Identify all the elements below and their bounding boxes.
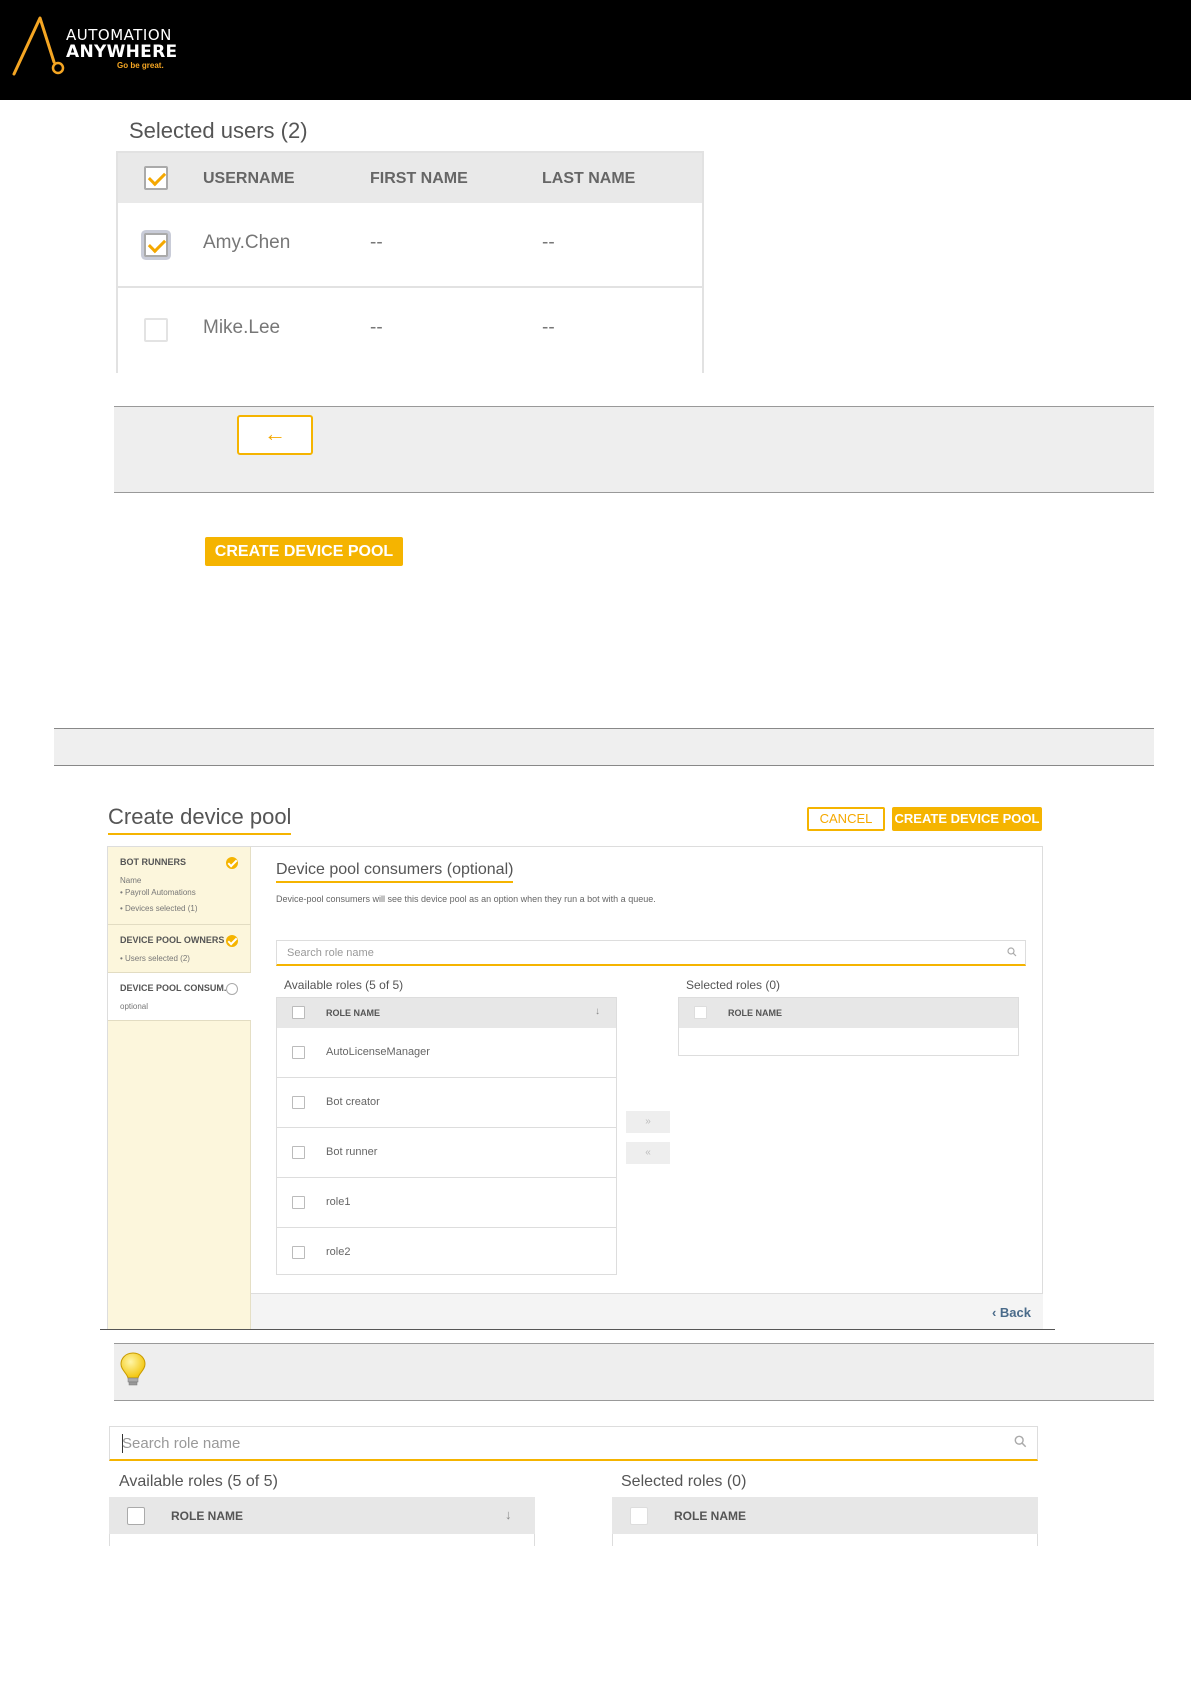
section-title: Device pool consumers (optional) bbox=[276, 861, 514, 883]
row-checkbox[interactable] bbox=[292, 1146, 305, 1159]
selected-users-heading: Selected users (2) bbox=[129, 118, 308, 143]
step-detail: • Devices selected (1) bbox=[120, 904, 198, 913]
selected-roles-label: Selected roles (0) bbox=[686, 978, 781, 992]
available-roles-label: Available roles (5 of 5) bbox=[119, 1473, 278, 1490]
table-row[interactable]: role1 bbox=[277, 1178, 616, 1228]
select-all-checkbox[interactable] bbox=[694, 1006, 707, 1019]
column-username[interactable]: USERNAME bbox=[203, 170, 295, 188]
selected-roles-table: ROLE NAME bbox=[678, 997, 1019, 1056]
step-detail: • Users selected (2) bbox=[120, 954, 190, 963]
step-title: BOT RUNNERS bbox=[120, 857, 187, 867]
row-checkbox[interactable] bbox=[292, 1046, 305, 1059]
back-arrow-button[interactable]: ← bbox=[237, 415, 313, 455]
available-roles-header-large: ROLE NAME ↓ bbox=[109, 1497, 535, 1534]
search-placeholder: Search role name bbox=[122, 1435, 241, 1452]
step-device-pool-owners[interactable]: DEVICE POOL OWNERS • Users selected (2) bbox=[108, 925, 251, 973]
step-detail: • Payroll Automations bbox=[120, 888, 196, 897]
table-header: USERNAME FIRST NAME LAST NAME bbox=[118, 153, 702, 203]
first-name-cell: -- bbox=[370, 317, 383, 338]
step-title: DEVICE POOL OWNERS bbox=[120, 935, 225, 945]
step-title: DEVICE POOL CONSUM... bbox=[120, 983, 232, 993]
wizard-title: Create device pool bbox=[108, 804, 292, 835]
tip-band bbox=[114, 1343, 1154, 1401]
sort-icon[interactable]: ↓ bbox=[595, 1006, 600, 1017]
automation-anywhere-logo-icon bbox=[12, 16, 65, 76]
table-row[interactable]: Amy.Chen -- -- bbox=[118, 203, 702, 288]
table-border bbox=[109, 1534, 110, 1546]
last-name-cell: -- bbox=[542, 317, 555, 338]
move-left-button[interactable]: « bbox=[626, 1142, 670, 1164]
sort-icon[interactable]: ↓ bbox=[505, 1507, 512, 1522]
selected-roles-header-large: ROLE NAME bbox=[612, 1497, 1038, 1534]
search-role-input[interactable]: Search role name bbox=[276, 940, 1026, 966]
separator-band bbox=[54, 728, 1154, 766]
column-role-name[interactable]: ROLE NAME bbox=[728, 1008, 782, 1018]
table-border bbox=[612, 1534, 613, 1546]
role-name-cell: Bot creator bbox=[326, 1096, 380, 1108]
column-role-name[interactable]: ROLE NAME bbox=[171, 1509, 243, 1523]
role-name-cell: Bot runner bbox=[326, 1146, 378, 1158]
step-detail: optional bbox=[120, 1002, 149, 1011]
table-row[interactable]: Bot creator bbox=[277, 1078, 616, 1128]
column-last-name[interactable]: LAST NAME bbox=[542, 170, 635, 188]
select-all-checkbox[interactable] bbox=[144, 166, 168, 190]
username-cell: Amy.Chen bbox=[203, 232, 291, 253]
logo-tagline: Go be great. bbox=[117, 61, 164, 70]
move-right-button[interactable]: » bbox=[626, 1111, 670, 1133]
table-header: ROLE NAME bbox=[679, 998, 1018, 1028]
step-complete-icon bbox=[226, 935, 238, 947]
row-checkbox[interactable] bbox=[292, 1246, 305, 1259]
column-role-name[interactable]: ROLE NAME bbox=[674, 1509, 746, 1523]
selected-users-table: USERNAME FIRST NAME LAST NAME Amy.Chen -… bbox=[116, 151, 704, 373]
brand-header bbox=[0, 0, 1191, 100]
available-roles-label: Available roles (5 of 5) bbox=[284, 978, 404, 992]
select-all-checkbox[interactable] bbox=[127, 1507, 145, 1525]
role-name-cell: role1 bbox=[326, 1196, 351, 1208]
logo-line2: ANYWHERE bbox=[66, 42, 178, 62]
table-row[interactable]: role2 bbox=[277, 1228, 616, 1278]
column-role-name[interactable]: ROLE NAME bbox=[326, 1008, 380, 1018]
cancel-button[interactable]: CANCEL bbox=[807, 807, 885, 831]
row-checkbox[interactable] bbox=[292, 1096, 305, 1109]
row-checkbox[interactable] bbox=[144, 233, 168, 257]
search-role-input-large[interactable]: Search role name bbox=[109, 1426, 1038, 1461]
step-pending-icon bbox=[226, 983, 238, 995]
table-row[interactable]: Bot runner bbox=[277, 1128, 616, 1178]
create-device-pool-button[interactable]: CREATE DEVICE POOL bbox=[205, 537, 403, 566]
table-border bbox=[1037, 1534, 1038, 1546]
wizard-panel: BOT RUNNERS Name • Payroll Automations •… bbox=[107, 846, 1043, 1330]
step-device-pool-consumers[interactable]: DEVICE POOL CONSUM... optional bbox=[108, 973, 251, 1021]
step-bot-runners[interactable]: BOT RUNNERS Name • Payroll Automations •… bbox=[108, 847, 251, 925]
search-icon bbox=[1007, 947, 1017, 957]
table-row[interactable]: AutoLicenseManager bbox=[277, 1028, 616, 1078]
role-name-cell: AutoLicenseManager bbox=[326, 1046, 430, 1058]
search-placeholder: Search role name bbox=[287, 947, 374, 959]
table-header: ROLE NAME ↓ bbox=[277, 998, 616, 1028]
table-row[interactable]: Mike.Lee -- -- bbox=[118, 288, 702, 373]
row-checkbox[interactable] bbox=[144, 318, 168, 342]
username-cell: Mike.Lee bbox=[203, 317, 281, 338]
select-all-checkbox[interactable] bbox=[292, 1006, 305, 1019]
divider bbox=[100, 1329, 1055, 1330]
wizard-footer: ‹ Back bbox=[251, 1293, 1043, 1329]
back-link[interactable]: ‹ Back bbox=[992, 1305, 1031, 1320]
lightbulb-icon bbox=[120, 1352, 146, 1386]
first-name-cell: -- bbox=[370, 232, 383, 253]
section-description: Device-pool consumers will see this devi… bbox=[276, 894, 656, 904]
column-first-name[interactable]: FIRST NAME bbox=[370, 170, 468, 188]
selected-roles-label: Selected roles (0) bbox=[621, 1473, 747, 1490]
table-border bbox=[534, 1534, 535, 1546]
row-checkbox[interactable] bbox=[292, 1196, 305, 1209]
search-icon bbox=[1014, 1435, 1027, 1448]
last-name-cell: -- bbox=[542, 232, 555, 253]
select-all-checkbox[interactable] bbox=[630, 1507, 648, 1525]
available-roles-table: ROLE NAME ↓ AutoLicenseManager Bot creat… bbox=[276, 997, 617, 1275]
wizard-steps-sidebar: BOT RUNNERS Name • Payroll Automations •… bbox=[108, 847, 251, 1329]
step-complete-icon bbox=[226, 857, 238, 869]
role-name-cell: role2 bbox=[326, 1246, 351, 1258]
create-device-pool-button-small[interactable]: CREATE DEVICE POOL bbox=[892, 807, 1042, 831]
